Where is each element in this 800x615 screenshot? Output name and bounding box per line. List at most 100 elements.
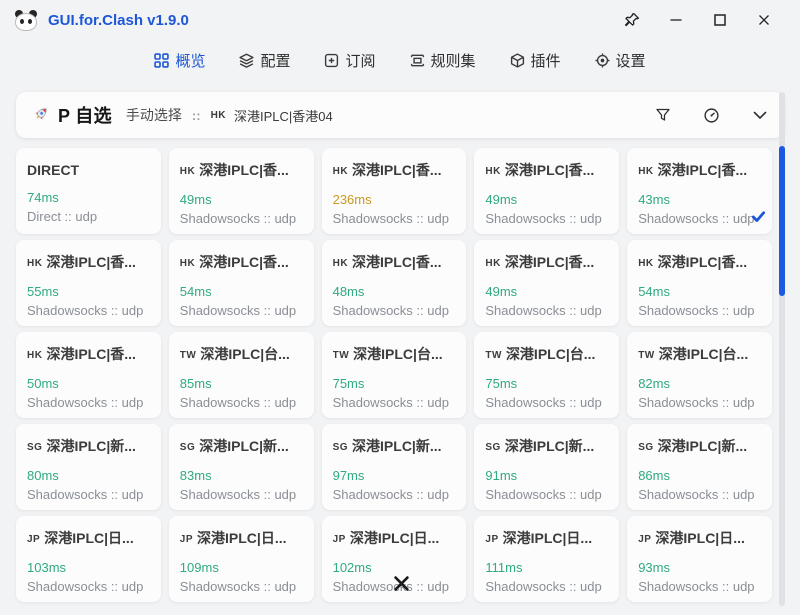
region-badge: TW [485,350,502,361]
region-badge: TW [180,350,197,361]
proxy-name: SG深港IPLC|新... [485,438,608,456]
proxy-group-header[interactable]: P 自选 手动选择 :: HK 深港IPLC|香港04 [16,92,784,138]
proxy-card[interactable]: TW深港IPLC|台... 85ms Shadowsocks :: udp [169,332,314,418]
proxy-card[interactable]: HK深港IPLC|香... 54ms Shadowsocks :: udp [627,240,772,326]
proxy-card[interactable]: HK深港IPLC|香... 49ms Shadowsocks :: udp [474,148,619,234]
proxy-name: SG深港IPLC|新... [180,438,303,456]
proxy-card[interactable]: JP深港IPLC|日... 111ms Shadowsocks :: udp [474,516,619,602]
group-actions [653,105,770,126]
tab-label: 设置 [616,50,646,71]
protocol-label: Shadowsocks :: udp [333,395,456,410]
protocol-label: Shadowsocks :: udp [180,303,303,318]
proxy-card[interactable]: HK深港IPLC|香... 236ms Shadowsocks :: udp [322,148,467,234]
latency-value: 86ms [638,468,761,483]
latency-value: 55ms [27,284,150,299]
proxy-card[interactable]: JP深港IPLC|日... 93ms Shadowsocks :: udp [627,516,772,602]
protocol-label: Direct :: udp [27,209,150,224]
tab-overview[interactable]: 概览 [154,50,205,71]
latency-value: 48ms [333,284,456,299]
proxy-card[interactable]: HK深港IPLC|香... 49ms Shadowsocks :: udp [474,240,619,326]
grid-icon [154,53,169,68]
proxy-card[interactable]: SG深港IPLC|新... 86ms Shadowsocks :: udp [627,424,772,510]
proxy-name: HK深港IPLC|香... [333,162,456,180]
region-badge: SG [180,442,195,453]
region-badge: HK [27,350,42,361]
region-badge: HK [180,258,195,269]
region-badge: JP [27,534,40,545]
proxy-card[interactable]: TW深港IPLC|台... 75ms Shadowsocks :: udp [474,332,619,418]
protocol-label: Shadowsocks :: udp [333,487,456,502]
protocol-label: Shadowsocks :: udp [638,395,761,410]
scrollbar-track[interactable] [779,92,785,606]
protocol-label: Shadowsocks :: udp [638,211,761,226]
close-icon[interactable] [742,5,786,35]
tab-subscriptions[interactable]: 订阅 [324,50,375,71]
latency-value: 82ms [638,376,761,391]
region-badge: HK [333,166,348,177]
protocol-label: Shadowsocks :: udp [485,487,608,502]
proxy-name: HK深港IPLC|香... [27,346,150,364]
filter-icon[interactable] [653,105,673,125]
speedtest-gauge-icon[interactable] [701,105,722,126]
pin-icon[interactable] [610,5,654,35]
proxy-name: SG深港IPLC|新... [27,438,150,456]
region-badge: SG [638,442,653,453]
protocol-label: Shadowsocks :: udp [333,303,456,318]
latency-value: 83ms [180,468,303,483]
region-badge: SG [485,442,500,453]
proxy-name: SG深港IPLC|新... [638,438,761,456]
maximize-icon[interactable] [698,5,742,35]
scrollbar-thumb[interactable] [779,146,785,296]
proxy-card[interactable]: DIRECT 74ms Direct :: udp [16,148,161,234]
region-badge: HK [27,258,42,269]
proxy-card[interactable]: HK深港IPLC|香... 43ms Shadowsocks :: udp [627,148,772,234]
proxy-card[interactable]: SG深港IPLC|新... 97ms Shadowsocks :: udp [322,424,467,510]
proxy-card[interactable]: TW深港IPLC|台... 75ms Shadowsocks :: udp [322,332,467,418]
tab-rulesets[interactable]: 规则集 [410,50,476,71]
chevron-down-icon[interactable] [750,105,770,125]
proxy-name: TW深港IPLC|台... [485,346,608,364]
app-title: GUI.for.Clash v1.9.0 [48,12,189,29]
proxy-card[interactable]: HK深港IPLC|香... 49ms Shadowsocks :: udp [169,148,314,234]
proxy-card[interactable]: HK深港IPLC|香... 54ms Shadowsocks :: udp [169,240,314,326]
proxy-card[interactable]: SG深港IPLC|新... 83ms Shadowsocks :: udp [169,424,314,510]
proxy-card[interactable]: JP深港IPLC|日... 103ms Shadowsocks :: udp [16,516,161,602]
selected-check-icon [751,209,766,229]
proxy-card[interactable]: HK深港IPLC|香... 55ms Shadowsocks :: udp [16,240,161,326]
tab-label: 插件 [531,50,561,71]
proxy-card[interactable]: SG深港IPLC|新... 80ms Shadowsocks :: udp [16,424,161,510]
proxy-card[interactable]: SG深港IPLC|新... 91ms Shadowsocks :: udp [474,424,619,510]
protocol-label: Shadowsocks :: udp [180,395,303,410]
proxy-card[interactable]: HK深港IPLC|香... 48ms Shadowsocks :: udp [322,240,467,326]
tab-plugins[interactable]: 插件 [510,50,561,71]
protocol-label: Shadowsocks :: udp [333,211,456,226]
protocol-label: Shadowsocks :: udp [180,211,303,226]
latency-value: 54ms [638,284,761,299]
nav-tabs: 概览 配置 订阅 规则集 插件 [0,40,800,80]
tab-profiles[interactable]: 配置 [239,50,290,71]
latency-value: 54ms [180,284,303,299]
proxy-name: SG深港IPLC|新... [333,438,456,456]
proxy-card[interactable]: JP深港IPLC|日... 109ms Shadowsocks :: udp [169,516,314,602]
rocket-icon [30,105,50,125]
region-badge: SG [333,442,348,453]
region-badge: JP [485,534,498,545]
proxy-name: JP深港IPLC|日... [180,530,303,548]
proxy-name: JP深港IPLC|日... [27,530,150,548]
latency-value: 43ms [638,192,761,207]
region-badge: JP [180,534,193,545]
minimize-icon[interactable] [654,5,698,35]
proxy-name: HK深港IPLC|香... [180,162,303,180]
tab-settings[interactable]: 设置 [595,50,646,71]
current-node-name: 深港IPLC|香港04 [234,106,333,125]
latency-value: 75ms [485,376,608,391]
proxy-card[interactable]: HK深港IPLC|香... 50ms Shadowsocks :: udp [16,332,161,418]
floating-close-icon[interactable] [392,574,411,596]
protocol-label: Shadowsocks :: udp [27,579,150,594]
group-mode: 手动选择 [126,105,182,125]
protocol-label: Shadowsocks :: udp [638,487,761,502]
proxy-card[interactable]: TW深港IPLC|台... 82ms Shadowsocks :: udp [627,332,772,418]
region-badge: HK [180,166,195,177]
proxy-grid: DIRECT 74ms Direct :: udp HK深港IPLC|香... … [16,148,772,602]
latency-value: 49ms [180,192,303,207]
